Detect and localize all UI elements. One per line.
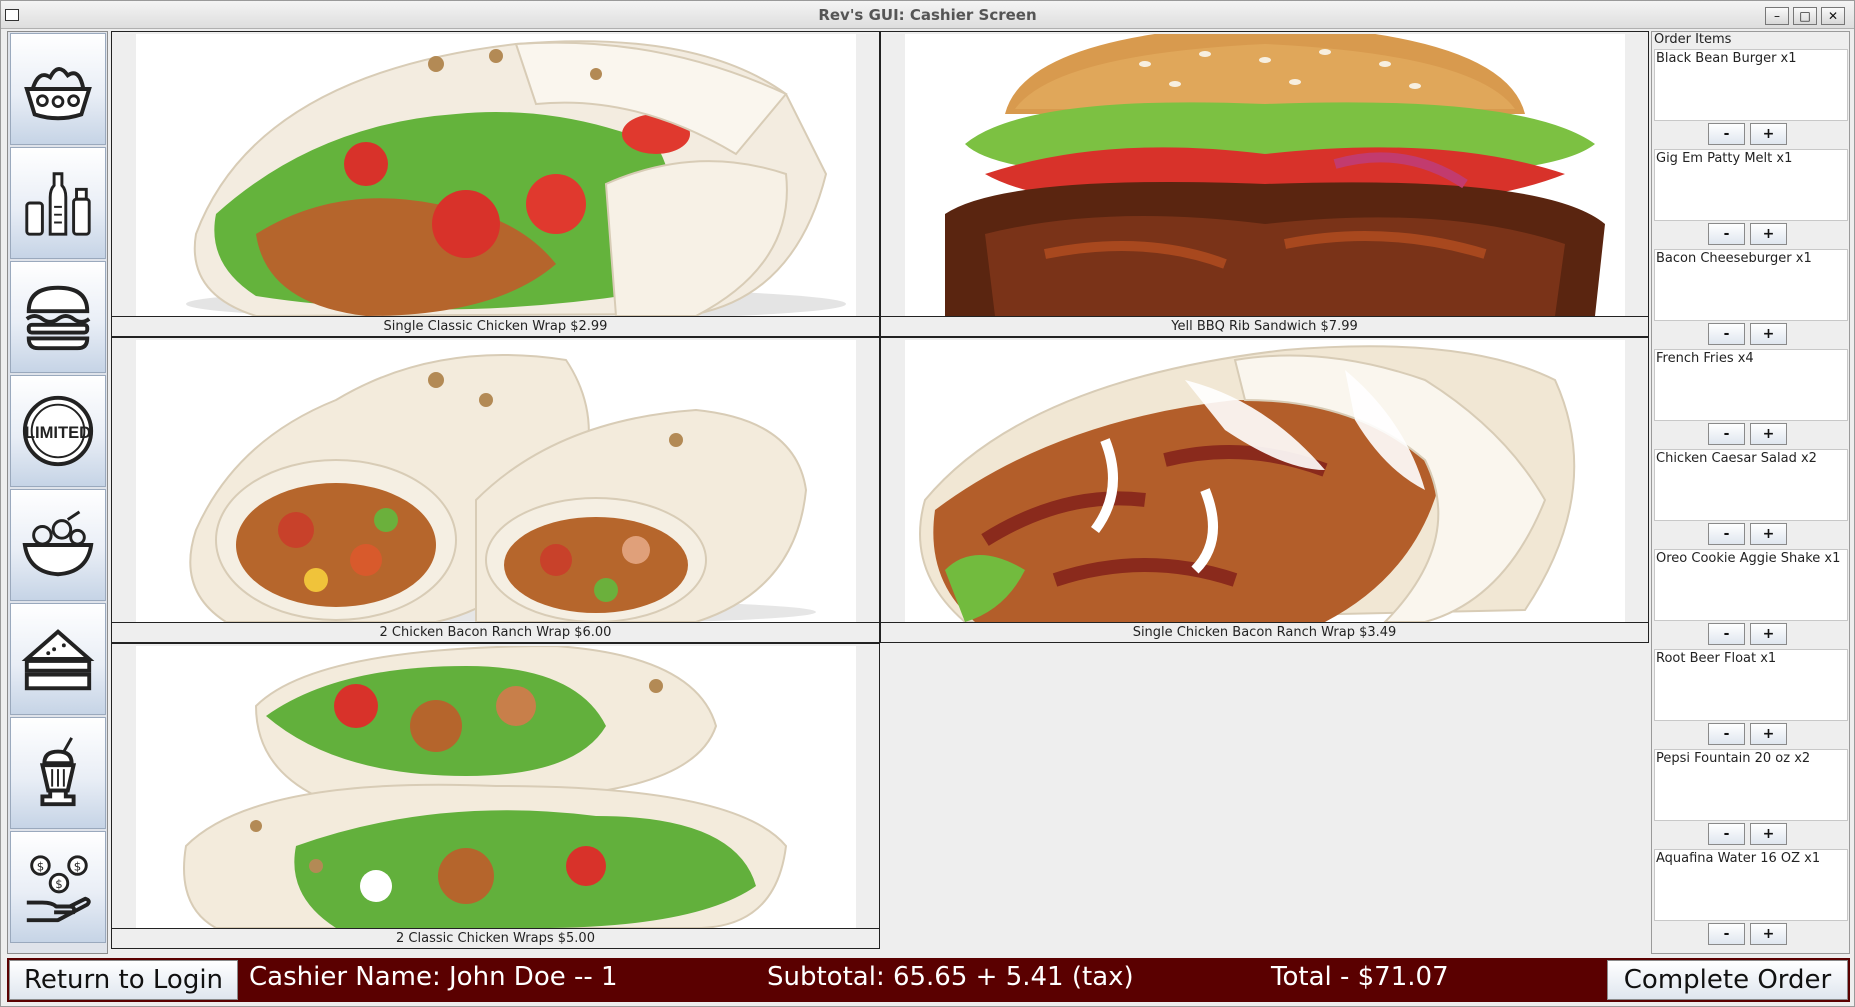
- order-item: Pepsi Fountain 20 oz x2 - +: [1654, 749, 1848, 849]
- menu-item-caption: Yell BBQ Rib Sandwich $7.99: [881, 316, 1648, 336]
- menu-item-bbq-rib-sandwich[interactable]: Yell BBQ Rib Sandwich $7.99: [880, 31, 1649, 337]
- decrease-button[interactable]: -: [1708, 223, 1745, 245]
- menu-item-caption: Single Chicken Bacon Ranch Wrap $3.49: [881, 622, 1648, 642]
- burger-icon: [25, 285, 91, 351]
- complete-order-button[interactable]: Complete Order: [1607, 960, 1848, 1000]
- menu-grid: Single Classic Chicken Wrap $2.99 Yell B…: [111, 31, 1649, 954]
- decrease-button[interactable]: -: [1708, 723, 1745, 745]
- increase-button[interactable]: +: [1750, 623, 1787, 645]
- increase-button[interactable]: +: [1750, 123, 1787, 145]
- subtotal-text: Subtotal: 65.65 + 5.41 (tax): [767, 962, 1134, 992]
- svg-text:$: $: [37, 859, 44, 873]
- minimize-button[interactable]: –: [1765, 7, 1789, 25]
- svg-text:$: $: [55, 877, 62, 891]
- limited-badge-icon: LIMITED: [22, 395, 94, 467]
- decrease-button[interactable]: -: [1708, 523, 1745, 545]
- increase-button[interactable]: +: [1750, 523, 1787, 545]
- bottles-icon: [25, 172, 91, 236]
- order-item-label: Chicken Caesar Salad x2: [1654, 449, 1848, 521]
- menu-item-photo: [136, 340, 856, 622]
- decrease-button[interactable]: -: [1708, 323, 1745, 345]
- category-salads-button[interactable]: [10, 489, 106, 601]
- menu-item-bacon-ranch-wrap[interactable]: Single Chicken Bacon Ranch Wrap $3.49: [880, 337, 1649, 643]
- menu-item-photo: [136, 34, 856, 316]
- menu-item-photo: [136, 646, 856, 928]
- salad-icon: [22, 510, 94, 577]
- menu-item-photo: [905, 340, 1625, 622]
- order-item: French Fries x4 - +: [1654, 349, 1848, 449]
- order-item-label: Aquafina Water 16 OZ x1: [1654, 849, 1848, 921]
- order-item-label: Gig Em Patty Melt x1: [1654, 149, 1848, 221]
- increase-button[interactable]: +: [1750, 223, 1787, 245]
- order-header: Order Items: [1654, 32, 1732, 47]
- category-bowls-button[interactable]: [10, 33, 106, 145]
- order-item: Oreo Cookie Aggie Shake x1 - +: [1654, 549, 1848, 649]
- category-limited-button[interactable]: LIMITED: [10, 375, 106, 487]
- cashier-name: Cashier Name: John Doe -- 1: [249, 962, 618, 992]
- total-text: Total - $71.07: [1271, 962, 1449, 992]
- category-burgers-button[interactable]: [10, 261, 106, 373]
- increase-button[interactable]: +: [1750, 723, 1787, 745]
- order-item-label: Pepsi Fountain 20 oz x2: [1654, 749, 1848, 821]
- category-value-button[interactable]: $ $ $: [10, 831, 106, 943]
- title-bar[interactable]: Rev's GUI: Cashier Screen – □ ✕: [1, 1, 1854, 29]
- menu-item-caption: Single Classic Chicken Wrap $2.99: [112, 316, 879, 336]
- window-title: Rev's GUI: Cashier Screen: [818, 6, 1037, 24]
- decrease-button[interactable]: -: [1708, 423, 1745, 445]
- limited-label: LIMITED: [25, 423, 91, 442]
- order-panel: Order Items Black Bean Burger x1 - + Gig…: [1651, 31, 1850, 954]
- category-shakes-button[interactable]: [10, 717, 106, 829]
- cashier-window: Rev's GUI: Cashier Screen – □ ✕ LIMITED …: [0, 0, 1855, 1007]
- order-item-label: French Fries x4: [1654, 349, 1848, 421]
- order-item: Chicken Caesar Salad x2 - +: [1654, 449, 1848, 549]
- decrease-button[interactable]: -: [1708, 123, 1745, 145]
- decrease-button[interactable]: -: [1708, 823, 1745, 845]
- return-to-login-button[interactable]: Return to Login: [9, 960, 238, 1000]
- increase-button[interactable]: +: [1750, 923, 1787, 945]
- category-drinks-button[interactable]: [10, 147, 106, 259]
- order-item: Gig Em Patty Melt x1 - +: [1654, 149, 1848, 249]
- order-item-label: Root Beer Float x1: [1654, 649, 1848, 721]
- bowl-icon: [24, 67, 92, 121]
- menu-item-photo: [905, 34, 1625, 316]
- increase-button[interactable]: +: [1750, 423, 1787, 445]
- order-item-label: Oreo Cookie Aggie Shake x1: [1654, 549, 1848, 621]
- order-item: Bacon Cheeseburger x1 - +: [1654, 249, 1848, 349]
- menu-item-classic-chicken-wrap[interactable]: Single Classic Chicken Wrap $2.99: [111, 31, 880, 337]
- svg-text:$: $: [74, 859, 81, 873]
- footer-bar: Return to Login Cashier Name: John Doe -…: [7, 958, 1850, 1002]
- money-hand-icon: $ $ $: [26, 855, 91, 923]
- order-item-label: Black Bean Burger x1: [1654, 49, 1848, 121]
- menu-item-caption: 2 Classic Chicken Wraps $5.00: [112, 928, 879, 948]
- increase-button[interactable]: +: [1750, 323, 1787, 345]
- category-sidebar: LIMITED $ $ $: [7, 31, 108, 954]
- order-item-label: Bacon Cheeseburger x1: [1654, 249, 1848, 321]
- menu-item-caption: 2 Chicken Bacon Ranch Wrap $6.00: [112, 622, 879, 642]
- order-item: Aquafina Water 16 OZ x1 - +: [1654, 849, 1848, 949]
- category-sandwiches-button[interactable]: [10, 603, 106, 715]
- close-button[interactable]: ✕: [1821, 7, 1845, 25]
- increase-button[interactable]: +: [1750, 823, 1787, 845]
- order-item: Black Bean Burger x1 - +: [1654, 49, 1848, 149]
- milkshake-icon: [39, 737, 77, 807]
- decrease-button[interactable]: -: [1708, 623, 1745, 645]
- menu-item-two-bacon-ranch-wraps[interactable]: 2 Chicken Bacon Ranch Wrap $6.00: [111, 337, 880, 643]
- menu-item-two-classic-wraps[interactable]: 2 Classic Chicken Wraps $5.00: [111, 643, 880, 949]
- decrease-button[interactable]: -: [1708, 923, 1745, 945]
- sandwich-icon: [21, 629, 95, 691]
- maximize-button[interactable]: □: [1793, 7, 1817, 25]
- order-item: Root Beer Float x1 - +: [1654, 649, 1848, 749]
